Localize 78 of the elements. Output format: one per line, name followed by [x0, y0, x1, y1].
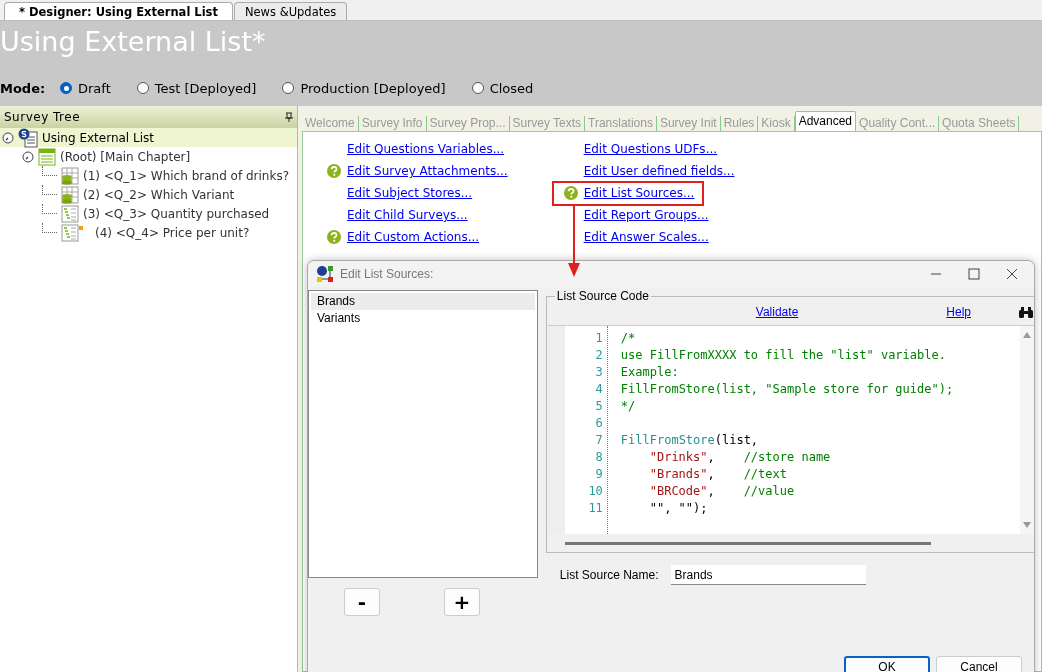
- line-number: 11: [587, 500, 603, 517]
- line-number: 4: [594, 381, 603, 398]
- validate-link[interactable]: Validate: [755, 305, 799, 319]
- settings-link[interactable]: Edit Report Groups...: [583, 208, 709, 223]
- settings-link[interactable]: Edit Questions Variables...: [347, 142, 505, 157]
- settings-link[interactable]: Edit Answer Scales...: [583, 230, 709, 245]
- tree-item[interactable]: (4) <Q_4> Price per unit?: [87, 225, 250, 240]
- radio-button[interactable]: [60, 82, 72, 94]
- close-icon[interactable]: [1006, 268, 1018, 280]
- radio-label[interactable]: Draft: [78, 80, 111, 96]
- code-line: FillFromStore(list,: [620, 432, 760, 449]
- line-number: 2: [594, 347, 603, 364]
- radio-label[interactable]: Production [Deployed]: [300, 80, 446, 96]
- line-number: 10: [587, 483, 603, 500]
- code-line: Example:: [620, 364, 680, 381]
- tree-item[interactable]: (2) <Q_2> Which Variant: [83, 187, 235, 202]
- settings-link[interactable]: Edit Subject Stores...: [347, 186, 473, 201]
- code-line: FillFromStore(list, "Sample store for guide");: [620, 381, 955, 398]
- line-number: 1: [594, 330, 603, 347]
- down-arrow-icon: [1023, 522, 1031, 528]
- numbered-list-icon: [61, 223, 79, 242]
- tree-item[interactable]: (3) <Q_3> Quantity purchased: [83, 206, 270, 221]
- code-line: /*: [620, 330, 637, 347]
- line-number: 8: [594, 449, 603, 466]
- up-arrow-icon: [1023, 332, 1031, 338]
- code-line: "", "");: [648, 500, 709, 517]
- mode-label: Mode:: [0, 80, 47, 96]
- dialog-button[interactable]: Cancel: [936, 656, 1022, 672]
- line-number: 5: [594, 398, 603, 415]
- name-field[interactable]: Brands: [670, 565, 866, 585]
- radio-button[interactable]: [282, 82, 295, 94]
- panel-title: Survey Tree: [4, 110, 81, 124]
- code-line: use FillFromXXXX to fill the "list" variable.: [620, 347, 947, 364]
- radio-button[interactable]: [471, 82, 484, 94]
- settings-link[interactable]: Edit User defined fields...: [583, 164, 735, 179]
- numbered-list-icon: [61, 204, 79, 223]
- database-grid-icon: [61, 166, 79, 185]
- database-grid-icon: [61, 185, 79, 204]
- radio-label[interactable]: Test [Deployed]: [154, 80, 257, 96]
- code-line: */: [620, 398, 637, 415]
- code-editor[interactable]: [547, 325, 1034, 534]
- line-number: 6: [594, 415, 603, 432]
- group-label: List Source Code: [554, 289, 651, 303]
- tree-item[interactable]: (Root) [Main Chapter]: [60, 149, 191, 164]
- line-number: 7: [594, 432, 603, 449]
- help-link[interactable]: Help: [946, 305, 971, 319]
- horizontal-scrollbar-icon: [564, 541, 931, 545]
- document-tab[interactable]: News &Updates: [233, 2, 348, 20]
- remove-button[interactable]: -: [344, 588, 380, 616]
- document-tab[interactable]: * Designer: Using External List: [4, 2, 233, 20]
- dialog-title: Edit List Sources:: [340, 267, 435, 281]
- settings-link[interactable]: Edit Survey Attachments...: [347, 164, 508, 179]
- add-button[interactable]: +: [444, 588, 480, 616]
- list-item[interactable]: Variants: [311, 310, 535, 327]
- line-number: 3: [594, 364, 603, 381]
- settings-link[interactable]: Edit Custom Actions...: [347, 230, 480, 245]
- code-line: "BRCode", //value: [648, 483, 796, 500]
- vertical-scrollbar[interactable]: [1020, 326, 1034, 534]
- settings-link[interactable]: Edit Questions UDFs...: [583, 142, 718, 157]
- code-line: "Drinks", //store name: [648, 449, 832, 466]
- line-number: 9: [594, 466, 603, 483]
- app-logo-icon: [316, 265, 334, 283]
- list-item[interactable]: Brands: [311, 293, 535, 310]
- settings-link[interactable]: Edit List Sources...: [583, 186, 695, 201]
- chapter-icon: [38, 147, 56, 166]
- field-label: List Source Name:: [559, 568, 659, 582]
- section-tab[interactable]: Advanced: [794, 111, 857, 131]
- annotation-arrow: [568, 205, 580, 277]
- pin-icon: [285, 112, 293, 122]
- radio-label[interactable]: Closed: [489, 80, 534, 96]
- code-line: "Brands", //text: [648, 466, 788, 483]
- dialog-button[interactable]: OK: [844, 656, 930, 672]
- maximize-icon[interactable]: [968, 268, 980, 280]
- binoculars-icon[interactable]: [1018, 306, 1034, 318]
- settings-link[interactable]: Edit Child Surveys...: [347, 208, 468, 223]
- radio-button[interactable]: [136, 82, 149, 94]
- survey-document-icon: [18, 127, 38, 148]
- tree-item[interactable]: (1) <Q_1> Which brand of drinks?: [83, 168, 290, 183]
